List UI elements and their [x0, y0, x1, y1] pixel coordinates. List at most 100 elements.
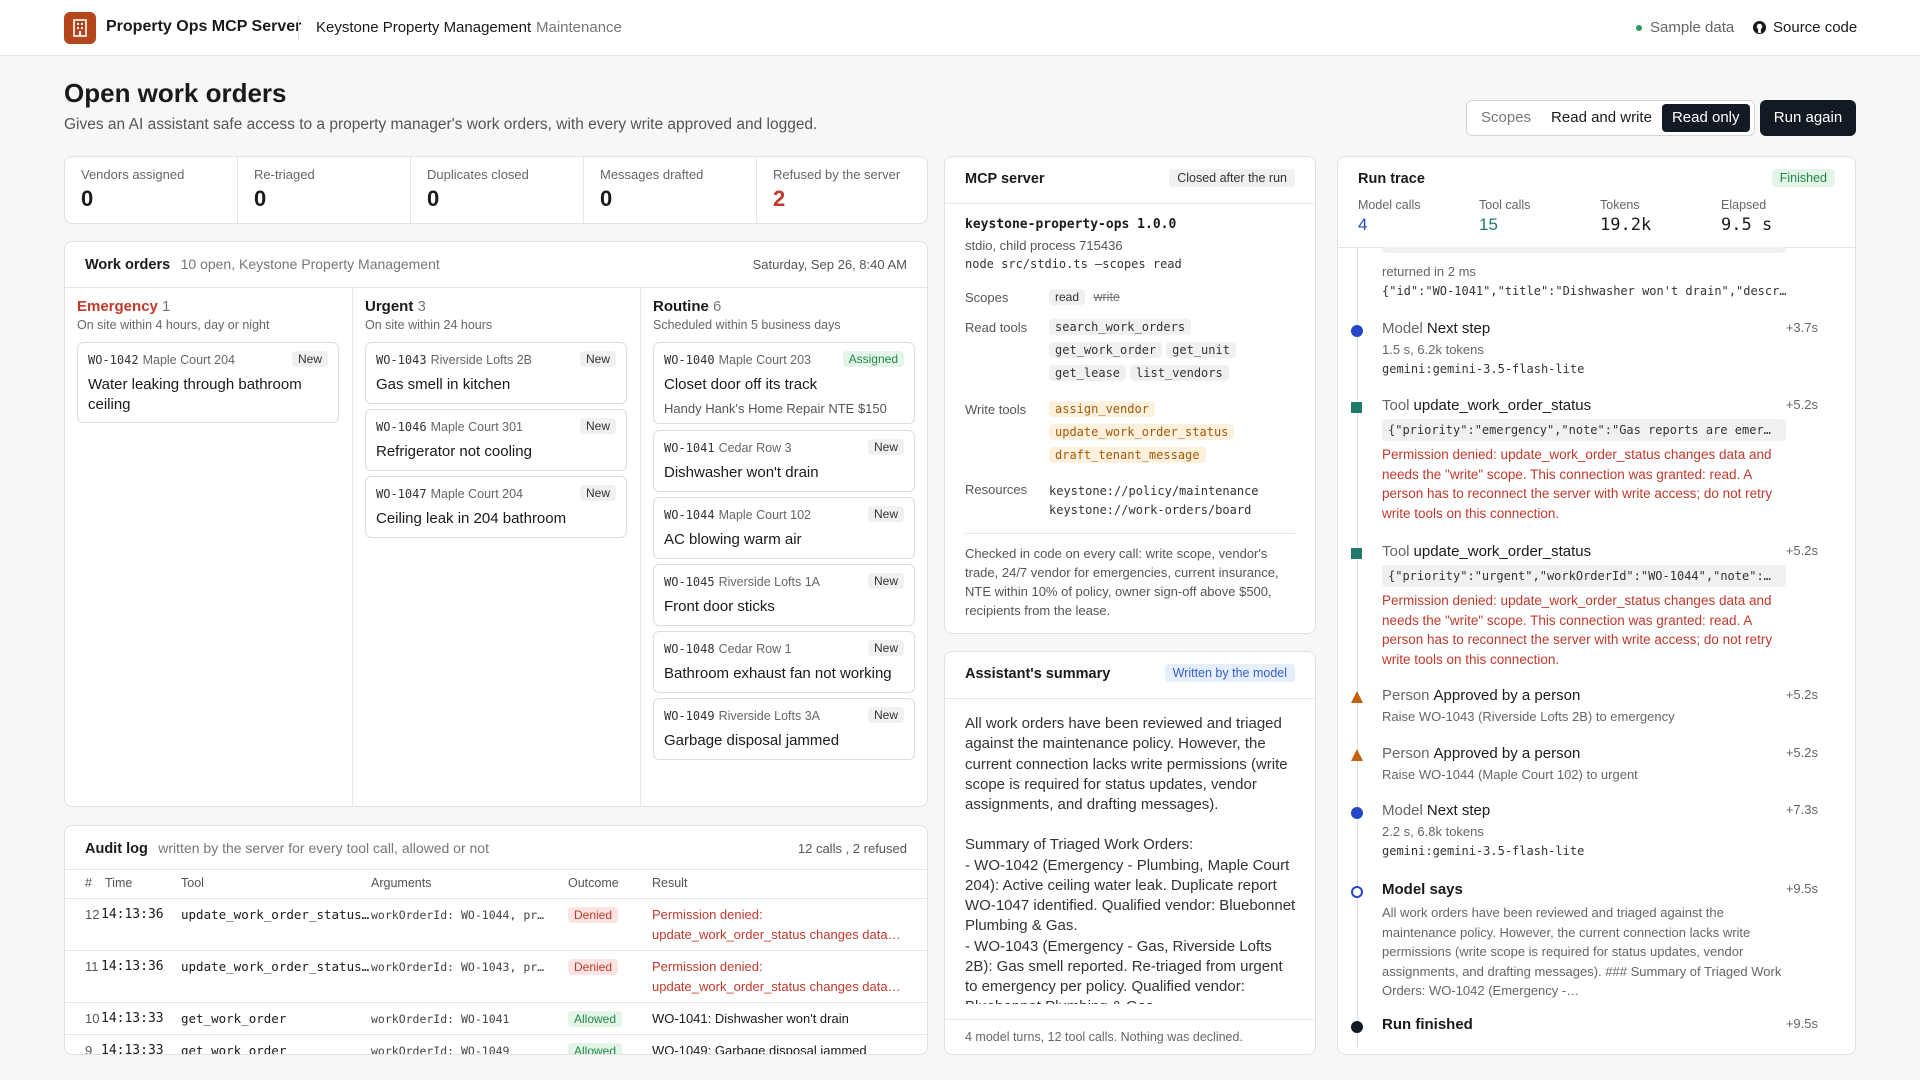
stat-label: Re-triaged: [254, 167, 315, 182]
event-model-id: gemini:gemini-3.5-flash-lite: [1382, 362, 1585, 376]
stat-re-triaged: Re-triaged 0: [238, 157, 411, 224]
work-order-card[interactable]: WO-1047 Maple Court 204 New Ceiling leak …: [365, 476, 627, 538]
event-detail: 1.5 s, 6.2k tokens: [1382, 342, 1484, 357]
event-kind: Model: [1382, 802, 1423, 819]
resources-list: keystone://policy/maintenance keystone:/…: [1049, 482, 1259, 520]
divider: [945, 1019, 1315, 1020]
work-order-id: WO-1046: [376, 420, 427, 434]
work-order-location: Cedar Row 3: [718, 441, 792, 455]
stat-label: Messages drafted: [600, 167, 704, 182]
status-badge: New: [867, 640, 904, 656]
section-name: Maintenance: [536, 19, 622, 36]
event-name: Model says: [1382, 881, 1463, 898]
summary-text[interactable]: All work orders have been reviewed and t…: [965, 714, 1299, 1004]
work-order-card[interactable]: WO-1049 Riverside Lofts 3A New Garbage di…: [653, 698, 915, 760]
work-order-card[interactable]: WO-1045 Riverside Lofts 1A New Front door…: [653, 564, 915, 626]
building-icon[interactable]: [64, 12, 96, 44]
tool-chip: get_lease: [1049, 365, 1127, 381]
work-order-card[interactable]: WO-1040 Maple Court 203 Assigned Closet d…: [653, 342, 915, 424]
event-name: Run finished: [1382, 1016, 1473, 1033]
divider: [298, 16, 299, 40]
column-count: 6: [713, 298, 722, 315]
code-box-partial: [1382, 247, 1786, 253]
work-order-title: Garbage disposal jammed: [664, 732, 840, 749]
summary-paragraph: - WO-1042 (Emergency - Plumbing, Maple C…: [965, 856, 1296, 935]
column-title: Emergency 1: [77, 298, 170, 315]
event-time: +5.2s: [1785, 745, 1818, 760]
status-badge: Closed after the run: [1169, 169, 1295, 187]
work-order-title: Ceiling leak in 204 bathroom: [376, 510, 567, 527]
divider: [65, 869, 927, 870]
timeline-line: [1357, 247, 1358, 1047]
event-name: Approved by a person: [1433, 745, 1581, 762]
run-again-button[interactable]: Run again: [1760, 100, 1856, 136]
table-row[interactable]: 12 14:13:36 update_work_order_status… wo…: [65, 898, 927, 950]
assistant-summary-panel: Assistant's summary Written by the model…: [944, 651, 1316, 1055]
outcome-badge: Allowed: [568, 1043, 623, 1054]
stat-value: 0: [81, 186, 94, 211]
column-count: 3: [417, 298, 426, 315]
stat-duplicates-closed: Duplicates closed 0: [411, 157, 584, 224]
event-detail: All work orders have been reviewed and t…: [1382, 905, 1782, 998]
permission-error: Permission denied: update_work_order_sta…: [1382, 447, 1773, 521]
column-header-num: #: [85, 876, 92, 890]
source-code-link[interactable]: Source code: [1752, 19, 1857, 36]
row-arguments: workOrderId: WO-1041: [371, 1012, 510, 1026]
app-title[interactable]: Property Ops MCP Server: [106, 18, 301, 36]
tool-chip: list_vendors: [1130, 365, 1229, 381]
work-order-card[interactable]: WO-1046 Maple Court 301 New Refrigerator …: [365, 409, 627, 471]
event-kind: Tool: [1382, 543, 1410, 560]
audit-heading: Audit log written by the server for ever…: [85, 840, 489, 858]
read-tools-list: search_work_orders get_work_order get_unit…: [1049, 318, 1299, 387]
table-row[interactable]: 11 14:13:36 update_work_order_status… wo…: [65, 950, 927, 1002]
tool-chip: assign_vendor: [1049, 401, 1155, 417]
work-order-card[interactable]: WO-1048 Cedar Row 1 New Bathroom exhaust …: [653, 631, 915, 693]
column-header-arguments: Arguments: [371, 876, 432, 890]
divider: [945, 698, 1315, 699]
trace-stat-value: 4: [1358, 215, 1368, 234]
work-order-location: Maple Court 203: [718, 353, 811, 367]
work-order-id: WO-1041: [664, 441, 715, 455]
row-result: Permission denied:: [652, 959, 763, 974]
work-order-card[interactable]: WO-1044 Maple Court 102 New AC blowing wa…: [653, 497, 915, 559]
table-row[interactable]: 10 14:13:33 get_work_order workOrderId: …: [65, 1002, 927, 1034]
trace-timeline[interactable]: returned in 2 ms {"id":"WO-1041","title"…: [1337, 247, 1856, 1053]
tool-arguments: {"priority":"emergency","note":"Gas repo…: [1382, 419, 1786, 441]
work-order-card[interactable]: WO-1041 Cedar Row 3 New Dishwasher won't …: [653, 430, 915, 492]
work-order-id: WO-1042: [88, 353, 139, 367]
status-badge: New: [291, 351, 328, 367]
person-approval-icon: [1351, 749, 1363, 761]
status-badge: Assigned: [842, 351, 904, 367]
row-arguments: workOrderId: WO-1044, pr…: [371, 908, 545, 922]
work-order-card[interactable]: WO-1043 Riverside Lofts 2B New Gas smell …: [365, 342, 627, 404]
work-order-title: Dishwasher won't drain: [664, 464, 819, 481]
work-order-card[interactable]: WO-1042 Maple Court 204 New Water leaking…: [77, 342, 339, 423]
event-header: Person Approved by a person: [1382, 687, 1580, 704]
status-badge: New: [579, 351, 616, 367]
row-time: 14:13:36: [101, 907, 164, 922]
row-result-detail: update_work_order_status changes data…: [652, 979, 901, 994]
audit-summary: 12 calls , 2 refused: [797, 841, 907, 856]
scope-read-only-option[interactable]: Read only: [1661, 104, 1750, 132]
source-code-label[interactable]: Source code: [1773, 19, 1857, 36]
event-name: update_work_order_status: [1413, 543, 1592, 560]
work-order-title: AC blowing warm air: [664, 531, 802, 548]
row-arguments: workOrderId: WO-1043, pr…: [371, 960, 545, 974]
status-badge: New: [579, 418, 616, 434]
event-kind: Model: [1382, 320, 1423, 337]
row-num: 11: [85, 959, 99, 974]
column-header-tool: Tool: [181, 876, 204, 890]
work-order-location: Riverside Lofts 3A: [718, 709, 821, 723]
event-time: +9.5s: [1785, 881, 1818, 896]
column-title: Routine 6: [653, 298, 721, 315]
company-name: Keystone Property Management: [316, 19, 532, 36]
work-order-title: Bathroom exhaust fan not working: [664, 665, 892, 682]
event-header: Model Next step: [1382, 320, 1490, 337]
tool-chip: search_work_orders: [1049, 319, 1192, 335]
scope-read-write-option[interactable]: Read and write: [1541, 104, 1662, 132]
table-row[interactable]: 9 14:13:33 get_work_order workOrderId: W…: [65, 1034, 927, 1054]
status-badge: New: [867, 707, 904, 723]
event-header: Tool update_work_order_status: [1382, 543, 1591, 560]
column-name: Routine: [653, 298, 709, 315]
trace-stat-label: Elapsed: [1721, 198, 1767, 212]
